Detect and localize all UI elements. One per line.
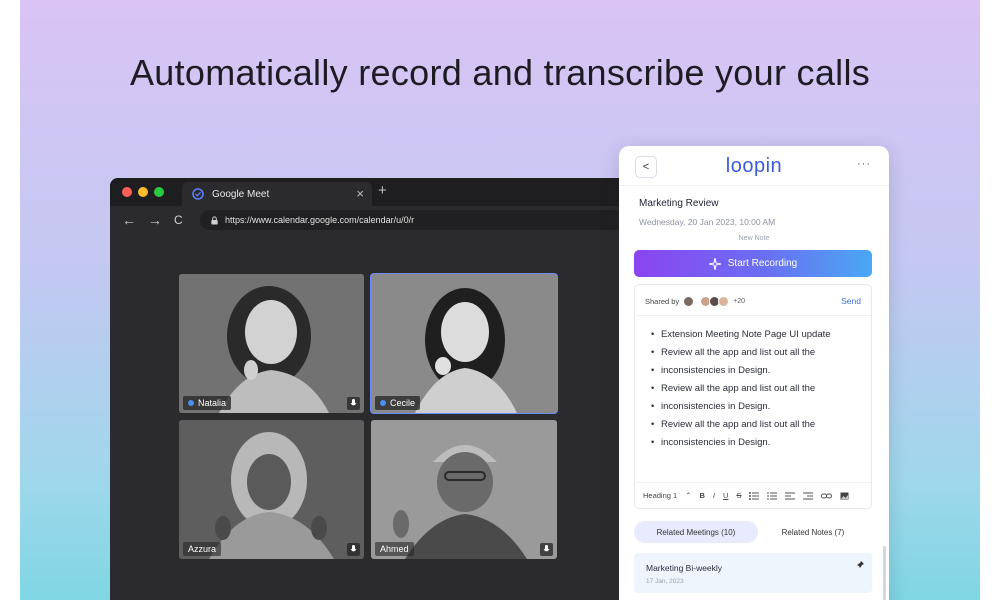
participant-name: Cecile: [390, 398, 416, 408]
heading-select[interactable]: Heading 1: [643, 491, 677, 500]
image-icon[interactable]: [840, 492, 849, 500]
speaking-dot-icon: [380, 400, 386, 406]
list-item: inconsistencies in Design.: [651, 362, 861, 380]
participant-name-tag: Azzura: [183, 542, 222, 556]
participant-name-tag: Ahmed: [375, 542, 414, 556]
loopin-panel: < loopin ··· Marketing Review Wednesday,…: [619, 146, 889, 600]
send-button[interactable]: Send: [841, 296, 861, 306]
participant-name: Azzura: [188, 544, 217, 554]
link-icon[interactable]: [821, 492, 833, 500]
card-title: Marketing Bi-weekly: [646, 563, 723, 573]
shared-by-label: Shared by: [645, 296, 680, 306]
shared-by-row: Shared by +20 Send: [645, 293, 861, 309]
browser-window: Google Meet × + ← → C https://www.calend…: [110, 178, 670, 600]
start-recording-button[interactable]: Start Recording: [634, 250, 872, 277]
hero-stage: Automatically record and transcribe your…: [20, 0, 980, 600]
participant-tile-ahmed[interactable]: Ahmed: [371, 420, 557, 559]
list-item: Review all the app and list out all the: [651, 344, 861, 362]
new-note-label: New Note: [738, 235, 770, 242]
list-item: inconsistencies in Design.: [651, 398, 861, 416]
mic-icon[interactable]: [347, 397, 360, 410]
maximize-window-button[interactable]: [154, 187, 164, 197]
list-item: Extension Meeting Note Page UI update: [651, 326, 861, 344]
participant-photo: [371, 420, 557, 559]
list-item: inconsistencies in Design.: [651, 434, 861, 452]
mic-icon[interactable]: [540, 543, 553, 556]
italic-button[interactable]: I: [713, 491, 715, 500]
list-item: Review all the app and list out all the: [651, 380, 861, 398]
bullet-list-icon[interactable]: [749, 491, 760, 500]
new-tab-button[interactable]: +: [378, 182, 387, 199]
address-bar: ← → C https://www.calendar.google.com/ca…: [110, 206, 670, 234]
note-editor[interactable]: Shared by +20 Send Extension Meeting Not…: [634, 284, 872, 509]
lock-icon: [211, 215, 218, 225]
participant-tile-natalia[interactable]: Natalia: [179, 274, 364, 413]
panel-header: < loopin ···: [619, 146, 889, 186]
divider: [635, 315, 871, 316]
card-date: 17 Jan, 2023: [646, 578, 684, 585]
tab-title: Google Meet: [212, 188, 270, 200]
start-recording-label: Start Recording: [727, 258, 798, 269]
strikethrough-button[interactable]: S: [736, 491, 741, 500]
minimize-window-button[interactable]: [138, 187, 148, 197]
shared-extra-count: +20: [733, 297, 746, 305]
back-arrow-icon[interactable]: ←: [122, 212, 136, 228]
align-left-icon[interactable]: [785, 492, 796, 500]
participant-tile-cecile[interactable]: Cecile: [370, 273, 558, 414]
format-toolbar: Heading 1 ⌃ B I U S: [635, 482, 871, 508]
headline: Automatically record and transcribe your…: [129, 52, 871, 93]
tab-bar: Google Meet × +: [110, 178, 670, 206]
forward-arrow-icon[interactable]: →: [148, 212, 162, 228]
brand-logo: loopin: [725, 155, 783, 177]
reload-icon[interactable]: C: [174, 213, 183, 227]
numbered-list-icon[interactable]: [767, 492, 778, 500]
avatar-group: [700, 295, 730, 307]
avatar: [718, 295, 730, 307]
list-item: Review all the app and list out all the: [651, 416, 861, 434]
participant-tile-azzura[interactable]: Azzura: [179, 420, 364, 559]
speaking-dot-icon: [188, 400, 194, 406]
close-window-button[interactable]: [122, 187, 132, 197]
sparkle-icon: [708, 257, 721, 270]
scrollbar[interactable]: [883, 546, 886, 600]
pin-icon[interactable]: [856, 561, 864, 569]
related-meeting-card[interactable]: Marketing Bi-weekly 17 Jan, 2023: [634, 553, 872, 593]
url-field[interactable]: https://www.calendar.google.com/calendar…: [200, 210, 670, 230]
participant-name-tag: Cecile: [375, 396, 421, 410]
meet-icon: [192, 188, 204, 200]
align-right-icon[interactable]: [803, 492, 814, 500]
mic-icon[interactable]: [347, 543, 360, 556]
participant-photo: [179, 420, 364, 559]
close-tab-icon[interactable]: ×: [356, 186, 364, 201]
heading-caret-icon[interactable]: ⌃: [685, 491, 691, 500]
participant-photo: [179, 274, 364, 413]
more-options-icon[interactable]: ···: [857, 158, 871, 170]
note-bullet-list: Extension Meeting Note Page UI update Re…: [651, 326, 861, 452]
tab-related-notes[interactable]: Related Notes (7): [758, 521, 868, 543]
meeting-date: Wednesday, 20 Jan 2023, 10:00 AM: [639, 217, 776, 227]
tab-google-meet[interactable]: Google Meet ×: [182, 182, 372, 206]
url-text: https://www.calendar.google.com/calendar…: [225, 215, 415, 225]
participant-name-tag: Natalia: [183, 396, 232, 410]
participant-photo: [371, 274, 557, 413]
avatar: [683, 295, 695, 307]
bold-button[interactable]: B: [700, 491, 705, 500]
participant-name: Ahmed: [380, 544, 409, 554]
tab-related-meetings[interactable]: Related Meetings (10): [634, 521, 758, 543]
participant-name: Natalia: [198, 398, 227, 408]
meeting-title: Marketing Review: [639, 198, 719, 209]
underline-button[interactable]: U: [723, 491, 728, 500]
related-tabs: Related Meetings (10) Related Notes (7): [634, 521, 872, 543]
